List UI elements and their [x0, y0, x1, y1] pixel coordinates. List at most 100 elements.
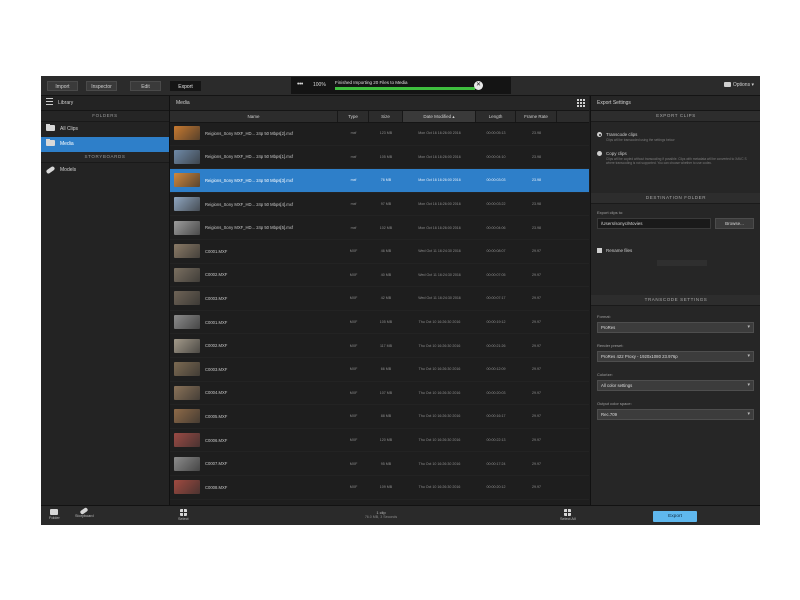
table-row[interactable]: Reigions_Sony MXF_HD... 24p 50 Mbps[5].m…	[170, 216, 589, 240]
column-header-size[interactable]: Size	[369, 111, 403, 122]
clip-name: Reigions_Sony MXF_HD... 24p 50 Mbps[1].m…	[205, 154, 293, 160]
tab-edit[interactable]: Edit	[130, 81, 161, 91]
table-row[interactable]: C0001.MXF MXF 46 MB Wed Oct 11 16:24:30 201…	[170, 240, 589, 264]
table-row[interactable]: C0004.MXF MXF 107 MB Thu Oct 10 16:26:30 20…	[170, 382, 589, 406]
clip-name: Reigions_Sony MXF_HD... 24p 50 Mbps[3].m…	[205, 177, 293, 183]
select-button[interactable]: Select	[178, 509, 189, 521]
cell-frame-rate: 29.97	[532, 296, 541, 301]
clip-name: C0006.MXF	[205, 437, 228, 443]
storyboard-button-label: Storyboard	[75, 514, 94, 518]
table-row[interactable]: Reigions_Sony MXF_HD... 24p 50 Mbps[2].m…	[170, 122, 589, 146]
column-header-name[interactable]: Name	[170, 111, 338, 122]
cell-size: 117 MB	[379, 343, 393, 348]
transcode-clips-radio[interactable]	[597, 132, 602, 137]
sidebar-item-media[interactable]: Media	[41, 137, 169, 152]
cell-date-modified: Thu Oct 10 16:26:30 2016	[418, 367, 461, 372]
sidebar-item-models[interactable]: Models	[41, 163, 169, 178]
table-row[interactable]: C0002.MXF MXF 40 MB Wed Oct 11 16:24:30 201…	[170, 264, 589, 288]
cell-frame-rate: 29.97	[532, 390, 541, 395]
clip-name: C0002.MXF	[205, 343, 228, 349]
cell-length: 00:00:03:03	[486, 178, 506, 183]
storyboard-icon	[45, 165, 56, 175]
table-row[interactable]: C0007.MXF MXF 95 MB Thu Oct 10 16:26:30 201…	[170, 452, 589, 476]
table-row[interactable]: Reigions_Sony MXF_HD... 24p 50 Mbps[3].m…	[170, 169, 589, 193]
rename-files-checkbox[interactable]	[597, 248, 602, 253]
browse-button[interactable]: Browse...	[715, 218, 754, 229]
cell-name: C0006.MXF	[170, 429, 338, 452]
table-row[interactable]: C0001.MXF MXF 105 MB Thu Oct 10 16:26:30 20…	[170, 311, 589, 335]
tab-inspector[interactable]: Inspector	[86, 81, 117, 91]
export-button[interactable]: Export	[653, 511, 697, 522]
table-row[interactable]: C0002.MXF MXF 117 MB Thu Oct 10 16:26:30 20…	[170, 334, 589, 358]
options-menu[interactable]: Options ▾	[723, 82, 754, 88]
table-row[interactable]: Reigions_Sony MXF_HD... 24p 50 Mbps[1].m…	[170, 146, 589, 170]
clip-name: C0003.MXF	[205, 366, 228, 372]
cell-size: 107 MB	[379, 390, 393, 395]
cell-name: C0003.MXF	[170, 287, 338, 310]
output-color-space-label: Output color space:	[597, 401, 632, 406]
selection-status: 1 clip 76.0 MB, 3 Seconds	[341, 510, 421, 520]
copy-clips-label: Copy clips	[606, 151, 627, 156]
copy-clips-radio[interactable]	[597, 151, 602, 156]
table-row[interactable]: C0006.MXF MXF 120 MB Thu Oct 10 16:26:30 20…	[170, 429, 589, 453]
sort-ascending-icon: ▴	[452, 114, 455, 119]
table-row[interactable]: C0008.MXF MXF 109 MB Thu Oct 10 16:26:30 20…	[170, 476, 589, 500]
column-header-date-modified[interactable]: Date Modified ▴	[403, 111, 476, 122]
cell-frame-rate: 29.97	[532, 461, 541, 466]
cell-date-modified: Mon Oct 16 16:26:00 2016	[418, 154, 461, 159]
tab-import[interactable]: Import	[47, 81, 78, 91]
clip-thumbnail	[174, 197, 200, 212]
table-row[interactable]: C0003.MXF MXF 42 MB Wed Oct 11 16:24:30 201…	[170, 287, 589, 311]
select-all-button[interactable]: Select All	[560, 509, 576, 521]
cell-length: 00:00:17:24	[486, 461, 506, 466]
clip-thumbnail	[174, 456, 200, 471]
cell-name: C0007.MXF	[170, 452, 338, 475]
media-browser: Media Name Type Size Date Modified ▴ Len…	[170, 96, 589, 505]
cell-date-modified: Thu Oct 10 16:26:30 2016	[418, 414, 461, 419]
more-icon[interactable]: •••	[297, 81, 303, 88]
new-folder-button[interactable]: Folder	[49, 509, 60, 520]
new-storyboard-button[interactable]: Storyboard	[75, 507, 94, 518]
tab-export[interactable]: Export	[170, 81, 201, 91]
cell-frame-rate: 29.97	[532, 272, 541, 277]
cell-length: 00:00:22:13	[486, 438, 506, 443]
catalyst-app-window: Import Inspector Edit Export ••• 100% Fi…	[41, 76, 760, 525]
table-row[interactable]: Reigions_Sony MXF_HD... 24p 50 Mbps[4].m…	[170, 193, 589, 217]
cell-frame-rate: 29.97	[532, 343, 541, 348]
render-preset-label: Render preset:	[597, 343, 624, 348]
sidebar-item-all-clips[interactable]: All Clips	[41, 122, 169, 137]
column-header-type[interactable]: Type	[338, 111, 369, 122]
table-row[interactable]: C0003.MXF MXF 66 MB Thu Oct 10 16:26:30 201…	[170, 358, 589, 382]
chevron-down-icon: ▾	[747, 382, 750, 388]
cell-date-modified: Mon Oct 16 16:26:00 2016	[418, 131, 461, 136]
cell-type: MXF	[349, 485, 358, 490]
progress-status: Finished Importing 20 Files to Media	[335, 80, 408, 85]
media-table-body: Reigions_Sony MXF_HD... 24p 50 Mbps[2].m…	[170, 122, 589, 500]
cell-size: 42 MB	[380, 296, 392, 301]
cell-date-modified: Wed Oct 11 16:24:30 2016	[418, 296, 461, 301]
close-progress-icon[interactable]: ✕	[474, 81, 483, 90]
cell-type: MXF	[349, 367, 358, 372]
render-preset-select[interactable]: ProRes 422 Proxy - 1920x1080 23.976p ▾	[597, 351, 754, 362]
cell-type: mxf	[350, 154, 357, 159]
format-select[interactable]: ProRes ▾	[597, 322, 754, 333]
column-header-label: Date Modified	[423, 114, 452, 119]
import-progress-panel: ••• 100% Finished Importing 20 Files to …	[291, 77, 511, 94]
cell-date-modified: Wed Oct 11 16:24:30 2016	[418, 249, 461, 254]
table-row[interactable]: C0005.MXF MXF 88 MB Thu Oct 10 16:26:30 201…	[170, 405, 589, 429]
cell-name: Reigions_Sony MXF_HD... 24p 50 Mbps[2].m…	[170, 122, 338, 145]
colorize-select[interactable]: All color settings ▾	[597, 380, 754, 391]
hamburger-icon[interactable]	[46, 98, 53, 105]
folders-section-label: FOLDERS	[41, 111, 169, 122]
destination-path-field[interactable]: /Users/sonyc/Movies	[597, 218, 711, 229]
cell-name: Reigions_Sony MXF_HD... 24p 50 Mbps[3].m…	[170, 169, 338, 192]
export-settings-panel: Export Settings EXPORT CLIPS Transcode c…	[590, 96, 760, 505]
column-header-length[interactable]: Length	[476, 111, 516, 122]
rename-pattern-field	[657, 260, 707, 266]
output-color-space-select[interactable]: Rec.709 ▾	[597, 409, 754, 420]
cell-size: 109 MB	[379, 485, 393, 490]
cell-name: Reigions_Sony MXF_HD... 24p 50 Mbps[4].m…	[170, 193, 338, 216]
cell-date-modified: Mon Oct 16 16:26:00 2016	[418, 202, 461, 207]
grid-view-icon[interactable]	[577, 99, 585, 107]
column-header-frame-rate[interactable]: Frame Rate	[516, 111, 557, 122]
